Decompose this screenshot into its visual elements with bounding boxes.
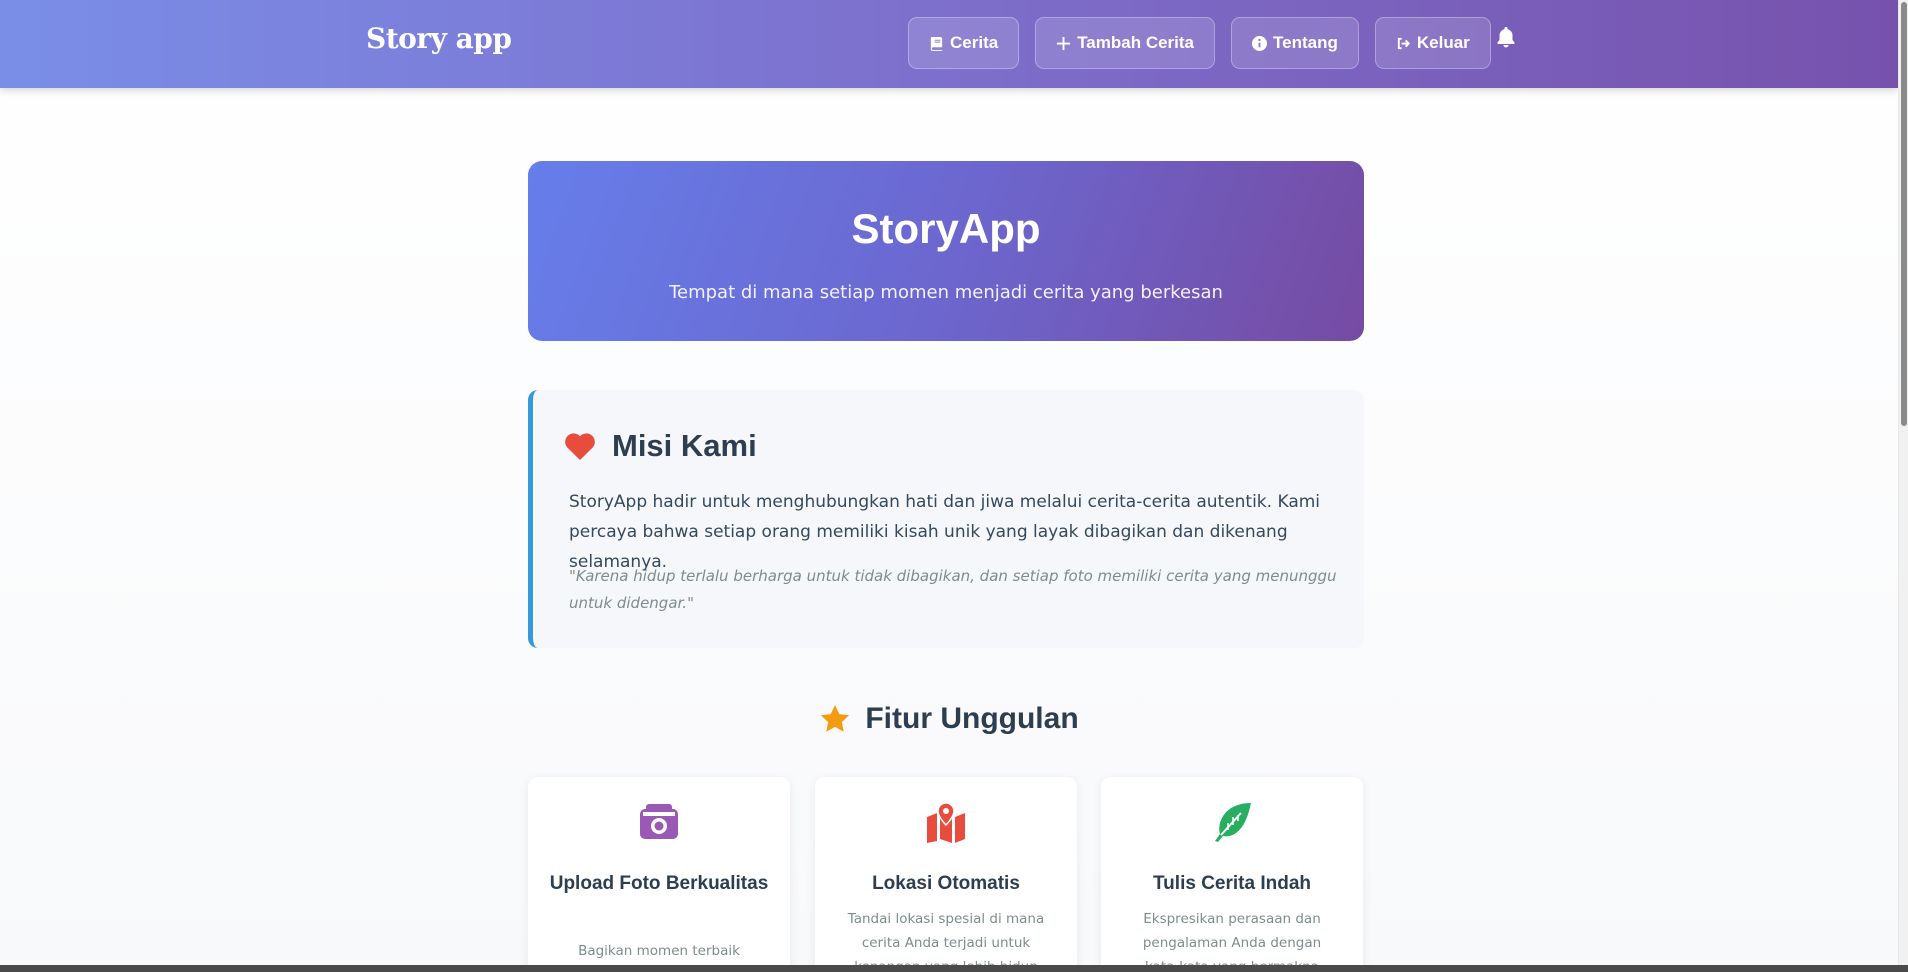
feature-description: Ekspresikan perasaan dan pengalaman Anda… (1142, 911, 1322, 965)
page-viewport: Story app Cerita Tambah Cerita Tentang K… (0, 0, 1898, 965)
mission-title: Misi Kami (612, 428, 757, 463)
feature-title: Lokasi Otomatis (872, 873, 1020, 894)
nav-cerita-button[interactable]: Cerita (908, 17, 1020, 69)
vertical-scrollbar[interactable] (1898, 0, 1908, 965)
features-heading: Fitur Unggulan (0, 702, 1898, 736)
star-icon (821, 705, 850, 732)
feature-description: Tandai lokasi spesial di mana cerita And… (847, 911, 1045, 965)
sign-out-icon (1397, 37, 1410, 49)
top-navbar: Story app Cerita Tambah Cerita Tentang K… (0, 0, 1898, 88)
mission-section: Misi Kami StoryApp hadir untuk menghubun… (528, 390, 1364, 648)
feature-card-lokasi-otomatis: Lokasi Otomatis Tandai lokasi spesial di… (815, 777, 1077, 965)
feature-description: Bagikan momen terbaik dengan (578, 943, 740, 959)
nav-tentang-label: Tentang (1273, 33, 1338, 52)
nav-keluar-label: Keluar (1416, 33, 1470, 52)
hero-subtitle: Tempat di mana setiap momen menjadi ceri… (669, 282, 1223, 303)
plus-icon (1057, 36, 1071, 50)
feature-card-tulis-cerita: Tulis Cerita Indah Ekspresikan perasaan … (1101, 777, 1363, 965)
nav-tentang-button[interactable]: Tentang (1231, 17, 1359, 69)
features-title: Fitur Unggulan (865, 702, 1079, 735)
bell-icon (1497, 27, 1515, 48)
feature-title: Tulis Cerita Indah (1152, 873, 1311, 894)
scrollbar-thumb[interactable] (1901, 2, 1907, 426)
map-location-icon (927, 802, 965, 843)
book-icon (930, 36, 943, 51)
window-bottom-edge (0, 965, 1908, 972)
heart-icon (565, 433, 595, 460)
hero-banner: StoryApp Tempat di mana setiap momen men… (528, 161, 1364, 341)
camera-icon (640, 804, 678, 839)
feature-title: Upload Foto Berkualitas (549, 873, 769, 894)
feather-icon (1215, 803, 1251, 842)
mission-quote: "Karena hidup terlalu berharga untuk tid… (569, 567, 1337, 612)
info-icon (1252, 35, 1268, 51)
feature-card-upload-foto: Upload Foto Berkualitas Bagikan momen te… (528, 777, 790, 965)
mission-heading: Misi Kami (564, 428, 757, 464)
main-nav: Cerita Tambah Cerita Tentang Keluar (908, 17, 1491, 69)
hero-title: StoryApp (851, 205, 1041, 252)
nav-keluar-button[interactable]: Keluar (1374, 17, 1491, 69)
nav-tambah-cerita-button[interactable]: Tambah Cerita (1035, 17, 1216, 69)
brand-logo[interactable]: Story app (366, 22, 512, 55)
nav-tambah-cerita-label: Tambah Cerita (1077, 33, 1195, 52)
notification-bell-button[interactable] (1494, 25, 1518, 49)
nav-cerita-label: Cerita (950, 33, 999, 52)
